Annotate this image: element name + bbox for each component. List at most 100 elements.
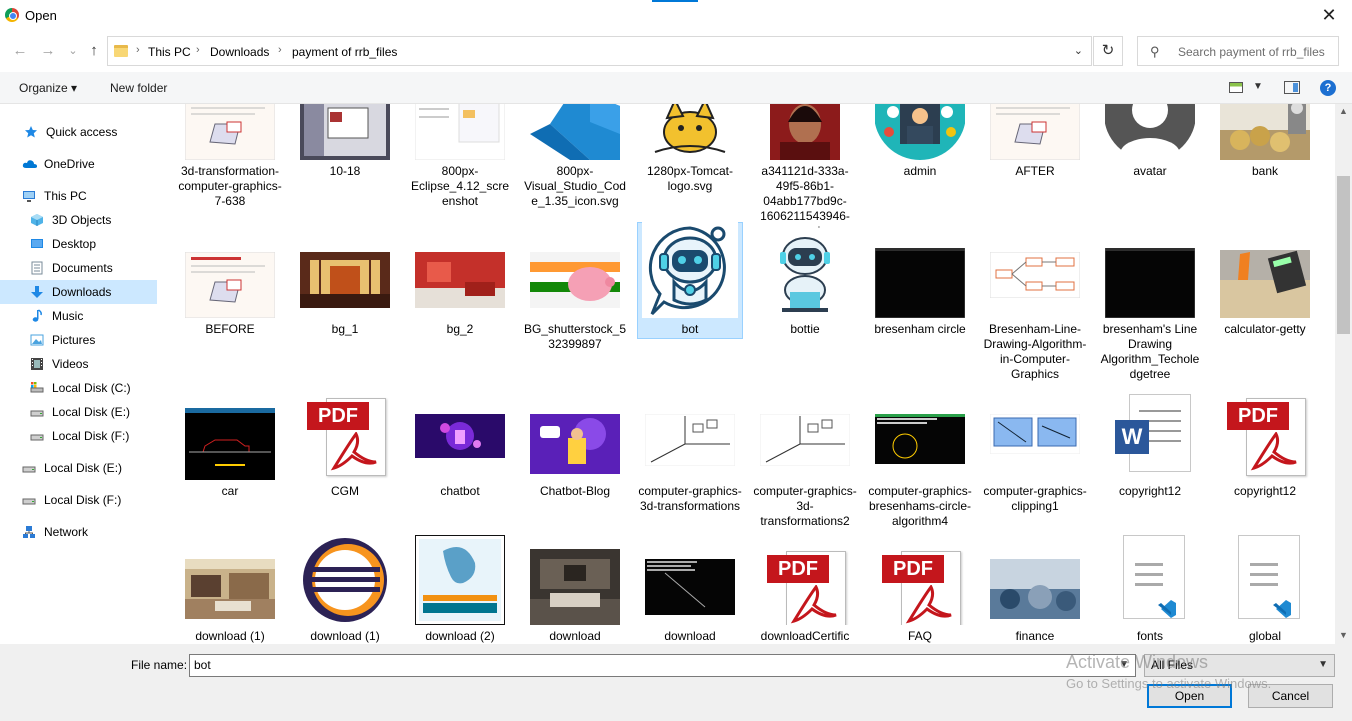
nav-item[interactable]: Local Disk (E:) bbox=[0, 456, 157, 480]
file-name-label: 800px-Visual_Studio_Code_1.35_icon.svg bbox=[524, 164, 626, 208]
nav-item-label: Network bbox=[44, 525, 89, 539]
file-name-label: computer-graphics-clipping1 bbox=[983, 484, 1087, 513]
nav-item[interactable]: Videos bbox=[0, 352, 157, 376]
nav-item[interactable]: Local Disk (E:) bbox=[0, 400, 157, 424]
scroll-up-button[interactable]: ▲ bbox=[1338, 106, 1349, 116]
desktop-icon bbox=[30, 237, 44, 251]
admin-thumbnail bbox=[875, 104, 965, 160]
breadcrumb-downloads[interactable]: Downloads bbox=[210, 45, 269, 59]
file-name-label: computer-graphics-bresenhams-circle-algo… bbox=[868, 484, 972, 528]
breadcrumb-this-pc[interactable]: This PC bbox=[148, 45, 191, 59]
help-icon[interactable]: ? bbox=[1320, 80, 1336, 96]
file-name-label: bottie bbox=[790, 322, 820, 336]
nav-item-label: Local Disk (E:) bbox=[52, 405, 131, 419]
nav-item[interactable]: Quick access bbox=[0, 120, 157, 144]
nav-item[interactable]: Documents bbox=[0, 256, 157, 280]
up-button[interactable]: ↑ bbox=[84, 42, 104, 62]
search-box[interactable]: ⚲ Search payment of rrb_files bbox=[1137, 36, 1339, 66]
film-icon bbox=[30, 357, 44, 371]
file-name-label: 800px-Eclipse_4.12_screenshot bbox=[410, 164, 510, 208]
nav-item-label: Local Disk (F:) bbox=[52, 429, 130, 443]
axes-thumbnail bbox=[645, 414, 735, 480]
nav-item-label: 3D Objects bbox=[52, 213, 112, 227]
nav-item[interactable]: Network bbox=[0, 520, 157, 544]
address-row: ← → ⌄ ↑ › This PC › Downloads › payment … bbox=[0, 32, 1352, 72]
nav-item[interactable]: Downloads bbox=[0, 280, 157, 304]
breadcrumb-current-folder[interactable]: payment of rrb_files bbox=[292, 45, 397, 59]
file-name-label: BG_shutterstock_532399897 bbox=[523, 322, 627, 351]
nav-item[interactable]: 3D Objects bbox=[0, 208, 157, 232]
title-accent bbox=[652, 0, 698, 2]
new-folder-button[interactable]: New folder bbox=[110, 81, 167, 95]
screenshot-thumbnail bbox=[300, 104, 390, 160]
address-dropdown-icon[interactable]: ⌄ bbox=[1074, 44, 1083, 57]
file-name-input[interactable]: bot ▼ bbox=[189, 654, 1136, 677]
download-icon bbox=[30, 285, 44, 299]
navigation-pane: Quick access OneDrive This PC 3D Objects Des… bbox=[0, 104, 160, 644]
file-name-label: FAQ bbox=[907, 629, 932, 643]
file-name-label: car bbox=[221, 484, 239, 498]
scrollbar-thumb[interactable] bbox=[1337, 176, 1350, 334]
room-red-thumbnail bbox=[415, 252, 505, 318]
view-options-dropdown-icon[interactable]: ▼ bbox=[1253, 81, 1263, 92]
nav-item-label: Quick access bbox=[46, 125, 118, 139]
nav-item[interactable]: Music bbox=[0, 304, 157, 328]
nav-item-label: Desktop bbox=[52, 237, 97, 251]
room-living-thumbnail bbox=[185, 559, 275, 625]
bot-thumbnail bbox=[642, 222, 738, 318]
vscode-file-icon bbox=[1220, 529, 1310, 625]
recent-locations-button[interactable]: ⌄ bbox=[63, 42, 83, 62]
file-name-label: downloadCertific bbox=[760, 629, 850, 643]
change-view-icon[interactable] bbox=[1229, 82, 1243, 93]
computer-icon bbox=[22, 189, 36, 203]
drive-icon bbox=[30, 429, 44, 443]
close-button[interactable]: ✕ bbox=[1316, 3, 1342, 29]
vertical-scrollbar[interactable]: ▲ ▼ bbox=[1335, 104, 1352, 644]
file-name-label: chatbot bbox=[440, 484, 480, 498]
nav-item-label: Pictures bbox=[52, 333, 96, 347]
back-button[interactable]: ← bbox=[10, 42, 30, 62]
breadcrumb-separator: › bbox=[196, 44, 200, 56]
file-type-dropdown-icon[interactable]: ▼ bbox=[1318, 659, 1328, 670]
organize-button[interactable]: Organize ▾ bbox=[19, 81, 77, 95]
preview-pane-icon[interactable] bbox=[1284, 81, 1300, 94]
nav-item[interactable]: Local Disk (F:) bbox=[0, 424, 157, 448]
doc-light-thumbnail bbox=[415, 104, 505, 160]
network-icon bbox=[22, 525, 36, 539]
nav-item[interactable]: Local Disk (F:) bbox=[0, 488, 157, 512]
nav-item[interactable]: Pictures bbox=[0, 328, 157, 352]
file-name-label: bresenham's Line Drawing Algorithm_Techo… bbox=[1100, 322, 1200, 381]
search-icon: ⚲ bbox=[1150, 44, 1160, 59]
file-name-label: copyright12 bbox=[1233, 484, 1297, 498]
address-bar[interactable]: › This PC › Downloads › payment of rrb_f… bbox=[107, 36, 1092, 66]
diagram-thumbnail bbox=[990, 252, 1080, 318]
file-name-label: copyright12 bbox=[1118, 484, 1182, 498]
nav-item[interactable]: Desktop bbox=[0, 232, 157, 256]
file-name-label: BEFORE bbox=[205, 322, 255, 336]
file-name-label: download bbox=[549, 629, 601, 643]
folder-icon bbox=[114, 45, 128, 57]
nav-item-label: Music bbox=[52, 309, 84, 323]
nav-item[interactable]: OneDrive bbox=[0, 152, 157, 176]
file-name-label: download (1) bbox=[310, 629, 380, 643]
refresh-button[interactable]: ↻ bbox=[1093, 36, 1123, 66]
activation-watermark: Activate Windows bbox=[1066, 652, 1209, 672]
clipping-thumbnail bbox=[990, 414, 1080, 480]
scroll-down-button[interactable]: ▼ bbox=[1338, 630, 1349, 640]
nav-item[interactable]: Local Disk (C:) bbox=[0, 376, 157, 400]
file-name-label: computer-graphics-3d-transformations2 bbox=[753, 484, 857, 528]
forward-button[interactable]: → bbox=[38, 42, 58, 62]
nav-item-label: Videos bbox=[52, 357, 89, 371]
finance-thumbnail bbox=[990, 559, 1080, 625]
mysql-thumbnail bbox=[415, 535, 505, 625]
axes-thumbnail bbox=[760, 414, 850, 480]
nav-item-label: Local Disk (C:) bbox=[52, 381, 131, 395]
drive-c-icon bbox=[30, 381, 44, 395]
nav-item[interactable]: This PC bbox=[0, 184, 157, 208]
nav-item-label: OneDrive bbox=[44, 157, 95, 171]
nav-item-label: Downloads bbox=[52, 285, 112, 299]
word-file-icon: W bbox=[1105, 384, 1195, 480]
file-name-label: 10-18 bbox=[329, 164, 361, 178]
cloud-icon bbox=[22, 157, 38, 171]
pdf-file-icon: PDF bbox=[300, 384, 390, 480]
